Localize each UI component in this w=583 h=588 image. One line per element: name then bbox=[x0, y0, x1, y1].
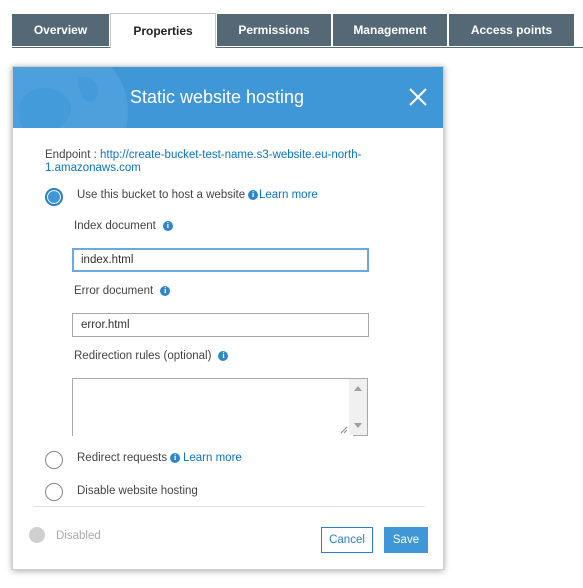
info-icon[interactable]: i bbox=[248, 189, 259, 200]
info-icon[interactable]: i bbox=[162, 220, 173, 231]
redirection-rules-label: Redirection rules (optional) i bbox=[74, 350, 229, 362]
index-document-input[interactable] bbox=[72, 248, 369, 272]
redirection-rules-text: Redirection rules (optional) bbox=[74, 350, 212, 362]
status-indicator bbox=[29, 527, 45, 543]
save-button[interactable]: Save bbox=[384, 527, 428, 553]
radio-disable-hosting[interactable] bbox=[45, 483, 63, 501]
radio-host-website[interactable] bbox=[45, 188, 63, 206]
index-document-text: Index document bbox=[74, 220, 156, 232]
host-website-label: Use this bucket to host a website i bbox=[77, 189, 259, 201]
tab-underline bbox=[12, 47, 583, 48]
tab-management[interactable]: Management bbox=[333, 14, 447, 46]
host-website-text: Use this bucket to host a website bbox=[77, 189, 246, 201]
close-icon[interactable] bbox=[407, 86, 429, 108]
tab-permissions[interactable]: Permissions bbox=[217, 14, 331, 46]
tab-access-points[interactable]: Access points bbox=[449, 14, 574, 46]
error-document-text: Error document bbox=[74, 285, 154, 297]
redirect-requests-label: Redirect requests i bbox=[77, 452, 181, 464]
disable-hosting-label: Disable website hosting bbox=[77, 485, 198, 497]
textarea-scrollbar[interactable] bbox=[349, 379, 367, 435]
host-learn-more-link[interactable]: Learn more bbox=[259, 189, 318, 201]
status-text: Disabled bbox=[56, 530, 101, 542]
dialog-title: Static website hosting bbox=[129, 87, 305, 107]
redirection-rules-textarea[interactable] bbox=[73, 379, 353, 439]
scroll-up-icon[interactable] bbox=[354, 386, 362, 391]
cancel-button[interactable]: Cancel bbox=[321, 527, 373, 553]
dialog-header: Static website hosting bbox=[13, 67, 443, 128]
static-website-hosting-dialog: Static website hosting Endpoint : http:/… bbox=[12, 66, 444, 570]
radio-redirect-requests[interactable] bbox=[45, 451, 63, 469]
endpoint-label: Endpoint : bbox=[45, 149, 97, 161]
info-icon[interactable]: i bbox=[160, 285, 171, 296]
divider bbox=[33, 506, 425, 507]
scroll-down-icon[interactable] bbox=[354, 423, 362, 428]
redirection-rules-field bbox=[72, 378, 368, 439]
error-document-input[interactable] bbox=[72, 313, 369, 337]
endpoint-text: Endpoint : http://create-bucket-test-nam… bbox=[45, 149, 375, 175]
redirect-requests-text: Redirect requests bbox=[77, 452, 168, 464]
error-document-label: Error document i bbox=[74, 285, 171, 297]
tab-bar: Overview Properties Permissions Manageme… bbox=[0, 0, 583, 48]
redirect-learn-more-link[interactable]: Learn more bbox=[183, 452, 242, 464]
tab-properties[interactable]: Properties bbox=[110, 13, 216, 48]
resize-grip-icon[interactable] bbox=[340, 426, 348, 434]
info-icon[interactable]: i bbox=[170, 452, 181, 463]
info-icon[interactable]: i bbox=[218, 350, 229, 361]
index-document-label: Index document i bbox=[74, 220, 173, 232]
tab-overview[interactable]: Overview bbox=[12, 14, 109, 46]
